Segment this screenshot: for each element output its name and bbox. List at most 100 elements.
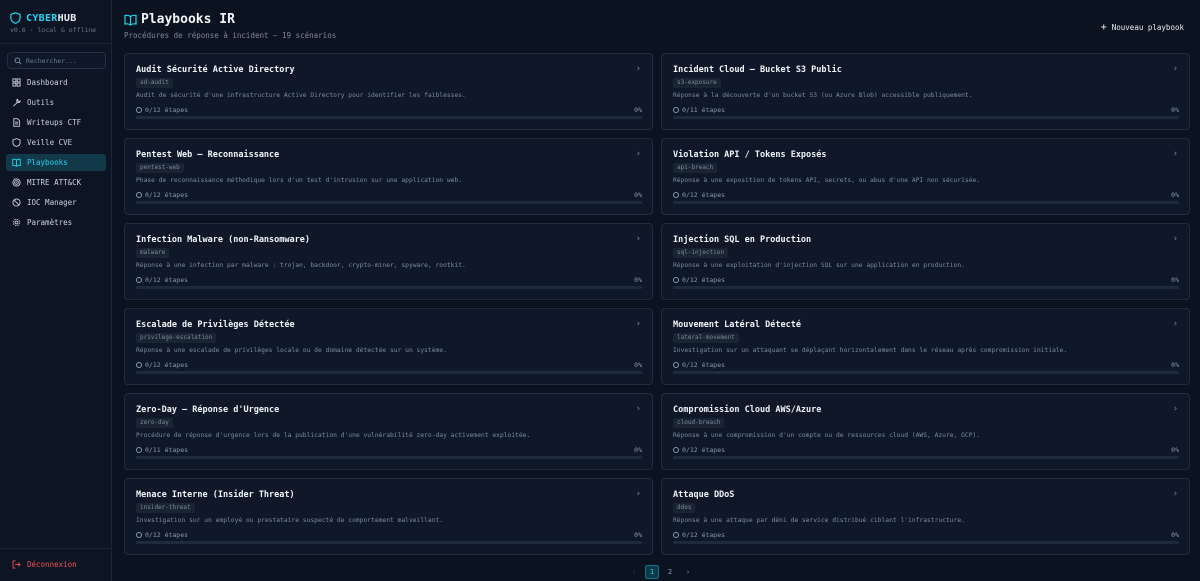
sidebar-item-playbooks[interactable]: Playbooks: [6, 154, 106, 171]
playbook-percent: 0%: [1171, 276, 1179, 284]
gear-icon: [12, 218, 21, 227]
pagination-next-button[interactable]: ›: [681, 565, 695, 579]
playbook-card[interactable]: Zero-Day — Réponse d'Urgence › zero-day Pro…: [124, 393, 653, 470]
playbook-steps: 0/12 étapes: [136, 106, 188, 114]
sidebar-item-label: Writeups CTF: [27, 118, 82, 127]
playbook-tag: lateral-movement: [673, 333, 739, 343]
playbook-progress-bar: [673, 116, 1179, 119]
playbook-description: Investigation sur un attaquant se déplaç…: [673, 347, 1068, 354]
chevron-right-icon[interactable]: ›: [636, 64, 641, 74]
plus-icon: +: [1100, 21, 1107, 33]
sidebar-item-label: IOC Manager: [27, 198, 77, 207]
playbook-steps-label: 0/12 étapes: [145, 361, 189, 369]
chevron-right-icon[interactable]: ›: [1173, 404, 1178, 414]
playbook-card[interactable]: Injection SQL en Production › sql-injectio…: [661, 223, 1190, 300]
brand-name-cyber: CYBER: [26, 12, 58, 24]
chevron-right-icon[interactable]: ›: [1173, 319, 1178, 329]
playbook-card[interactable]: Attaque DDoS › ddos Réponse à une attaque p…: [661, 478, 1190, 555]
playbook-percent: 0%: [1171, 446, 1179, 454]
playbook-title: Audit Sécurité Active Directory: [136, 65, 295, 75]
search-input[interactable]: [26, 56, 104, 65]
sidebar-item-writeups-ctf[interactable]: Writeups CTF: [6, 114, 106, 131]
chevron-right-icon[interactable]: ›: [1173, 149, 1178, 159]
playbook-steps: 0/11 étapes: [673, 106, 725, 114]
playbook-steps: 0/12 étapes: [136, 531, 188, 539]
chevron-right-icon[interactable]: ›: [1173, 64, 1178, 74]
chevron-right-icon[interactable]: ›: [636, 234, 641, 244]
playbook-percent: 0%: [634, 361, 642, 369]
sidebar-item-label: Veille CVE: [27, 138, 73, 147]
playbook-steps-label: 0/12 étapes: [145, 276, 189, 284]
playbook-card[interactable]: Compromission Cloud AWS/Azure › cloud-brea…: [661, 393, 1190, 470]
dashboard-icon: [12, 78, 21, 87]
playbook-title: Compromission Cloud AWS/Azure: [673, 405, 822, 415]
sidebar-item-dashboard[interactable]: Dashboard: [6, 74, 106, 91]
playbook-card[interactable]: Escalade de Privilèges Détectée › privileg…: [124, 308, 653, 385]
logout-icon: [12, 560, 21, 569]
search-box[interactable]: [7, 52, 106, 69]
playbook-percent: 0%: [634, 446, 642, 454]
book-icon: [12, 158, 21, 167]
playbook-progress-bar: [136, 286, 642, 289]
sidebar-item-outils[interactable]: Outils: [6, 94, 106, 111]
sidebar-item-mitre-attack[interactable]: MITRE ATT&CK: [6, 174, 106, 191]
playbook-card[interactable]: Violation API / Tokens Exposés › api-breac…: [661, 138, 1190, 215]
pagination-prev-button[interactable]: ‹: [627, 565, 641, 579]
playbook-description: Réponse à une compromission d'un compte …: [673, 432, 981, 439]
chevron-right-icon[interactable]: ›: [1173, 489, 1178, 499]
playbook-steps: 0/12 étapes: [673, 276, 725, 284]
playbook-percent: 0%: [634, 191, 642, 199]
playbook-card[interactable]: Menace Interne (Insider Threat) › insider-…: [124, 478, 653, 555]
playbook-progress-bar: [673, 456, 1179, 459]
playbook-tag: ddos: [673, 503, 696, 513]
playbook-steps-label: 0/12 étapes: [682, 276, 726, 284]
sidebar-item-parametres[interactable]: Paramètres: [6, 214, 106, 231]
playbook-progress-bar: [673, 201, 1179, 204]
playbook-percent: 0%: [1171, 361, 1179, 369]
playbook-title: Attaque DDoS: [673, 490, 735, 500]
playbook-card[interactable]: Mouvement Latéral Détecté › lateral-moveme…: [661, 308, 1190, 385]
circle-icon: [673, 107, 679, 113]
playbook-card[interactable]: Incident Cloud — Bucket S3 Public › s3-exp…: [661, 53, 1190, 130]
playbook-title: Violation API / Tokens Exposés: [673, 150, 827, 160]
chevron-right-icon[interactable]: ›: [636, 489, 641, 499]
sidebar-item-label: MITRE ATT&CK: [27, 178, 82, 187]
playbook-steps-label: 0/12 étapes: [682, 361, 726, 369]
logout-button[interactable]: Déconnexion: [12, 560, 77, 569]
playbook-card[interactable]: Infection Malware (non-Ransomware) › malwa…: [124, 223, 653, 300]
sidebar-item-veille-cve[interactable]: Veille CVE: [6, 134, 106, 151]
sidebar-item-ioc-manager[interactable]: IOC Manager: [6, 194, 106, 211]
playbook-description: Réponse à une attaque par déni de servic…: [673, 517, 965, 524]
circle-icon: [136, 107, 142, 113]
pagination-page-1[interactable]: 1: [645, 565, 659, 579]
chevron-right-icon[interactable]: ›: [636, 149, 641, 159]
playbook-tag: sql-injection: [673, 248, 728, 258]
playbook-card[interactable]: Audit Sécurité Active Directory › ad-audit…: [124, 53, 653, 130]
brand-name-hub: HUB: [57, 12, 77, 24]
playbook-steps-label: 0/11 étapes: [145, 446, 189, 454]
playbook-grid: Audit Sécurité Active Directory › ad-audit…: [124, 53, 1190, 555]
sidebar-item-label: Dashboard: [27, 78, 68, 87]
sidebar-item-label: Playbooks: [27, 158, 68, 167]
chevron-right-icon[interactable]: ›: [636, 319, 641, 329]
circle-icon: [673, 532, 679, 538]
chevron-right-icon[interactable]: ›: [1173, 234, 1178, 244]
new-playbook-button[interactable]: + Nouveau playbook: [1101, 20, 1184, 34]
pagination-page-2[interactable]: 2: [663, 565, 677, 579]
circle-icon: [136, 277, 142, 283]
playbook-progress-bar: [673, 541, 1179, 544]
sidebar: CYBERHUB v0.6 · local & offline Dashboar…: [0, 0, 112, 581]
page-subtitle: Procédures de réponse à incident — 19 sc…: [124, 31, 337, 40]
wrench-icon: [13, 98, 21, 107]
playbook-steps-label: 0/12 étapes: [682, 531, 726, 539]
playbook-card[interactable]: Pentest Web — Reconnaissance › pentest-web…: [124, 138, 653, 215]
search-icon: [14, 56, 22, 65]
circle-icon: [136, 362, 142, 368]
playbook-tag: ad-audit: [136, 78, 173, 88]
chevron-right-icon[interactable]: ›: [636, 404, 641, 414]
playbook-progress-bar: [136, 371, 642, 374]
playbook-progress-bar: [136, 116, 642, 119]
brand[interactable]: CYBER HUB: [10, 11, 77, 25]
playbook-description: Réponse à une escalade de privilèges loc…: [136, 347, 447, 354]
divider: [0, 43, 112, 44]
